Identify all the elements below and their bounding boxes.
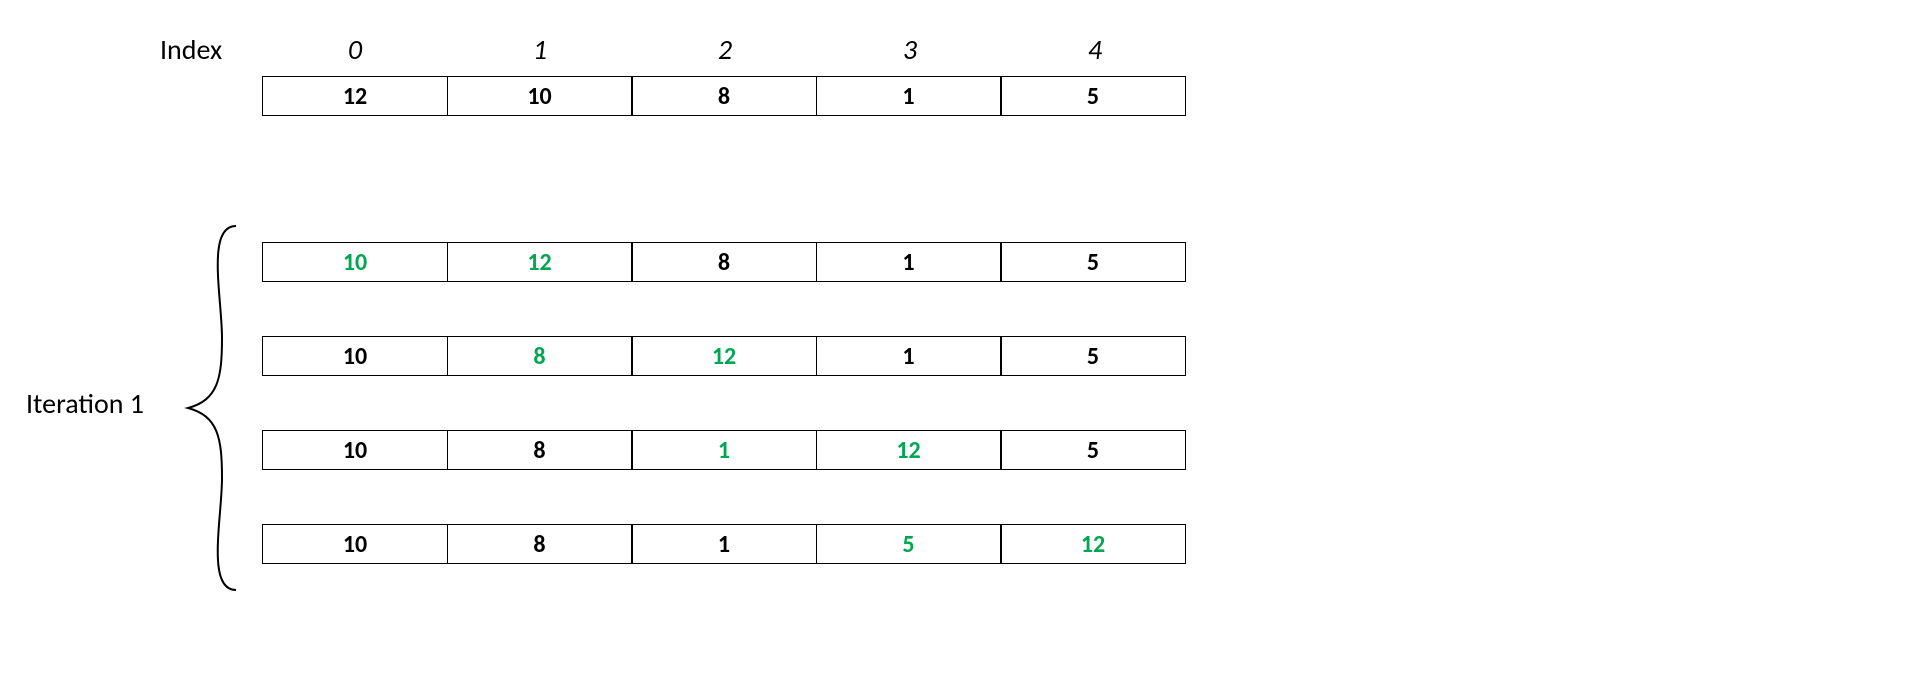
index-4: 4 bbox=[1002, 32, 1188, 67]
index-header-label: Index bbox=[160, 32, 222, 67]
array-row-step2: 10 8 12 1 5 bbox=[262, 336, 1186, 376]
cell: 8 bbox=[447, 524, 633, 564]
cell: 12 bbox=[1000, 524, 1186, 564]
diagram-canvas: Index 0 1 2 3 4 12 10 8 1 5 10 12 8 1 5 … bbox=[0, 0, 1928, 680]
cell: 5 bbox=[1000, 430, 1186, 470]
cell: 5 bbox=[1000, 76, 1186, 116]
array-row-initial: 12 10 8 1 5 bbox=[262, 76, 1186, 116]
cell: 8 bbox=[447, 430, 633, 470]
index-2: 2 bbox=[632, 32, 818, 67]
cell: 12 bbox=[631, 336, 817, 376]
cell: 12 bbox=[262, 76, 448, 116]
cell: 1 bbox=[631, 524, 817, 564]
array-row-step1: 10 12 8 1 5 bbox=[262, 242, 1186, 282]
cell: 1 bbox=[816, 242, 1002, 282]
cell: 8 bbox=[447, 336, 633, 376]
cell: 1 bbox=[816, 76, 1002, 116]
cell: 10 bbox=[262, 430, 448, 470]
array-row-step4: 10 8 1 5 12 bbox=[262, 524, 1186, 564]
index-1: 1 bbox=[447, 32, 633, 67]
cell: 10 bbox=[262, 242, 448, 282]
cell: 8 bbox=[631, 242, 817, 282]
cell: 5 bbox=[816, 524, 1002, 564]
cell: 10 bbox=[262, 336, 448, 376]
cell: 12 bbox=[816, 430, 1002, 470]
index-3: 3 bbox=[817, 32, 1003, 67]
cell: 5 bbox=[1000, 336, 1186, 376]
cell: 10 bbox=[447, 76, 633, 116]
cell: 1 bbox=[631, 430, 817, 470]
cell: 8 bbox=[631, 76, 817, 116]
cell: 10 bbox=[262, 524, 448, 564]
array-row-step3: 10 8 1 12 5 bbox=[262, 430, 1186, 470]
cell: 1 bbox=[816, 336, 1002, 376]
cell: 12 bbox=[447, 242, 633, 282]
cell: 5 bbox=[1000, 242, 1186, 282]
brace-icon bbox=[176, 218, 246, 598]
index-0: 0 bbox=[262, 32, 448, 67]
iteration-label: Iteration 1 bbox=[26, 386, 144, 421]
